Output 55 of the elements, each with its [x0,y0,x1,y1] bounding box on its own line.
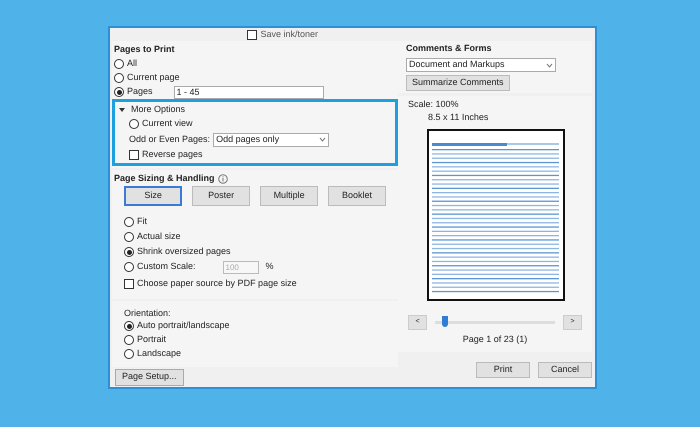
section-title: Orientation: [124,307,172,319]
disclosure-label[interactable]: More Options [131,103,186,117]
info-icon[interactable] [218,174,228,184]
chevron-down-icon [546,62,553,68]
cancel-button[interactable]: Cancel [538,362,592,378]
summarize-button[interactable]: Summarize Comments [406,75,510,91]
checkbox[interactable] [124,279,134,289]
radio-label: Landscape [137,347,182,360]
checkbox-label: Choose paper source by PDF page size [137,277,297,290]
radio-button[interactable] [124,349,134,359]
radio-label: Portrait [137,333,166,346]
section-title: Pages to Print [114,43,176,56]
field-label: Odd or Even Pages: [129,132,210,146]
radio-button[interactable] [124,247,134,257]
slider-thumb[interactable] [442,316,448,327]
section-title: Comments & Forms [406,43,493,55]
radio-button[interactable] [124,321,134,331]
dropdown-value: Document and Markups [409,58,505,72]
radio-label: Custom Scale: [137,260,196,274]
radio-label: Pages [127,85,153,98]
radio-label: Current page [127,71,180,84]
mode-button[interactable]: Size [124,186,182,206]
radio-button[interactable] [114,59,124,69]
radio-label: Fit [137,215,147,228]
checkbox-label: Save ink/toner [260,28,318,42]
print-button[interactable]: Print [476,362,530,378]
radio-button[interactable] [124,232,134,242]
mode-button[interactable]: Multiple [260,186,318,206]
radio-button[interactable] [114,73,124,83]
dropdown-value: Odd pages only [216,132,280,146]
odd-even-dropdown[interactable]: Odd pages only [213,132,330,146]
radio-button[interactable] [114,87,124,97]
radio-label: Current view [142,117,193,130]
checkbox[interactable] [129,150,139,160]
mode-button[interactable]: Booklet [328,186,386,206]
checkbox[interactable] [247,30,258,40]
radio-button[interactable] [124,335,134,345]
page-count-label: Page 1 of 23 (1) [462,333,528,346]
chevron-down-icon [319,137,326,142]
page-range-field[interactable]: 1 - 45 [174,86,324,98]
unit-label: % [266,260,274,274]
mode-button[interactable]: Poster [192,186,250,206]
triangle-down-icon[interactable] [119,107,125,113]
checkbox-label: Reverse pages [142,148,203,162]
radio-label: Shrink oversized pages [137,245,231,258]
radio-label: Auto portrait/landscape [137,319,230,332]
comments-dropdown[interactable]: Document and Markups [406,58,556,72]
section-title: Page Sizing & Handling [114,172,215,185]
radio-label: Actual size [137,230,181,244]
page-setup-button[interactable]: Page Setup... [115,368,184,386]
scale-label: Scale: 100% [408,98,460,110]
paper-size-label: 8.5 x 11 Inches [428,111,488,124]
radio-button[interactable] [124,217,134,227]
radio-label: All [127,57,138,70]
radio-button[interactable] [129,119,139,129]
